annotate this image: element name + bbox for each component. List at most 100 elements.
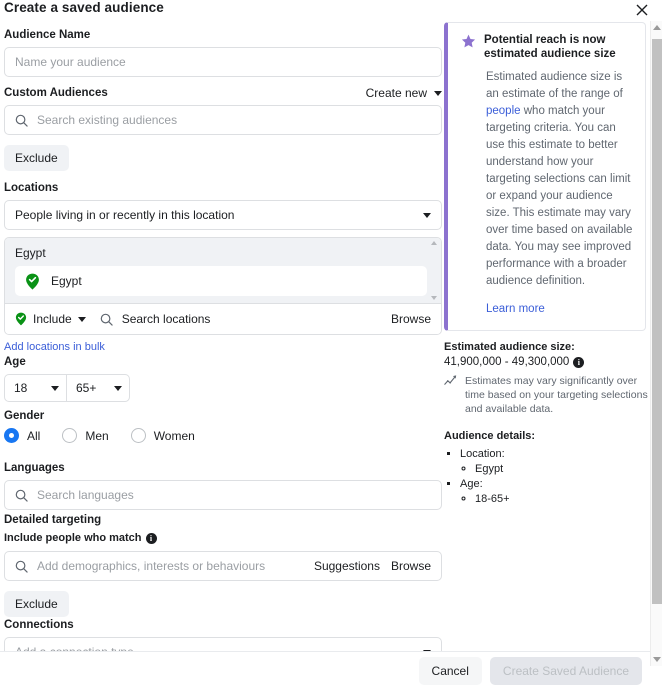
age-min-value: 18 <box>14 381 27 395</box>
age-label: Age <box>4 355 130 369</box>
scroll-down-icon[interactable] <box>653 657 661 662</box>
selected-locations-scroll: Egypt Egypt <box>5 238 441 303</box>
audience-name-placeholder: Name your audience <box>15 55 126 69</box>
notice-title: Potential reach is now estimated audienc… <box>484 33 633 61</box>
chevron-down-icon <box>114 386 122 391</box>
scroll-down-icon[interactable] <box>431 296 437 300</box>
add-locations-bulk-link[interactable]: Add locations in bulk <box>4 341 105 353</box>
detail-key: Age: <box>460 478 483 490</box>
include-label: Include <box>33 312 72 326</box>
locations-inner-scrollbar[interactable] <box>430 241 439 300</box>
custom-audiences-placeholder: Search existing audiences <box>37 113 177 127</box>
people-link[interactable]: people <box>486 105 521 117</box>
gender-option-all[interactable]: All <box>4 428 40 443</box>
radio-icon <box>62 428 77 443</box>
custom-audiences-exclude-button[interactable]: Exclude <box>4 145 69 171</box>
detailed-targeting-input[interactable]: Add demographics, interests or behaviour… <box>4 551 442 581</box>
audience-name-field: Audience Name Name your audience <box>4 28 442 77</box>
gender-option-women[interactable]: Women <box>131 428 195 443</box>
location-type-value: People living in or recently in this loc… <box>15 208 423 222</box>
detailed-targeting-label: Detailed targeting <box>4 513 442 527</box>
gender-label: Gender <box>4 409 217 423</box>
detailed-targeting-sublabel: Include people who match i <box>4 532 442 545</box>
gender-option-label: All <box>27 429 40 443</box>
search-icon <box>15 560 28 573</box>
location-group-heading: Egypt <box>15 246 433 260</box>
languages-label: Languages <box>4 461 442 475</box>
gender-field: Gender All Men Women <box>4 409 217 443</box>
cancel-button[interactable]: Cancel <box>419 657 482 685</box>
detailed-targeting-field: Detailed targeting Include people who ma… <box>4 513 442 617</box>
connections-label: Connections <box>4 618 442 632</box>
locations-label: Locations <box>4 181 442 195</box>
radio-icon <box>131 428 146 443</box>
estimated-size-label: Estimated audience size: <box>444 341 649 353</box>
detail-key: Location: <box>460 448 505 460</box>
star-icon <box>461 34 476 61</box>
audience-details-list: Location: Egypt Age: 18-65+ <box>444 447 649 507</box>
info-icon[interactable]: i <box>146 533 157 544</box>
selected-locations-box: Egypt Egypt <box>4 237 442 335</box>
estimate-note-text: Estimates may vary significantly over ti… <box>465 374 649 416</box>
list-item: 18-65+ <box>475 492 649 507</box>
detail-values: 18-65+ <box>460 492 649 507</box>
estimated-size-value: 41,900,000 - 49,300,000 <box>444 356 569 368</box>
age-field: Age 18 65+ <box>4 355 130 402</box>
connections-field: Connections Add a connection type <box>4 618 442 651</box>
create-saved-audience-button: Create Saved Audience <box>490 657 642 685</box>
estimate-note: Estimates may vary significantly over ti… <box>444 374 649 416</box>
detailed-targeting-browse-button[interactable]: Browse <box>391 559 431 573</box>
custom-audiences-label: Custom Audiences <box>4 86 108 100</box>
location-pin-check-icon <box>25 273 40 290</box>
search-icon <box>15 114 28 127</box>
notice-body: Estimated audience size is an estimate o… <box>461 69 633 318</box>
detailed-targeting-sublabel-text: Include people who match <box>4 532 142 545</box>
gender-option-label: Men <box>85 429 108 443</box>
info-icon[interactable]: i <box>573 357 584 368</box>
estimated-size-notice-card: Potential reach is now estimated audienc… <box>444 22 646 331</box>
learn-more-link[interactable]: Learn more <box>486 301 633 318</box>
detailed-targeting-suggestions-button[interactable]: Suggestions <box>314 559 380 573</box>
notice-body-part2: who match your targeting criteria. You c… <box>486 105 632 287</box>
estimated-size-value-row: 41,900,000 - 49,300,000 i <box>444 356 649 368</box>
audience-form: Audience Name Name your audience Custom … <box>4 24 446 651</box>
list-item[interactable]: Egypt <box>15 266 427 296</box>
close-icon[interactable] <box>632 0 652 20</box>
page-scrollbar[interactable] <box>650 21 662 666</box>
location-search-input[interactable]: Search locations <box>122 312 391 326</box>
connections-dropdown[interactable]: Add a connection type <box>4 637 442 651</box>
detailed-targeting-exclude-button[interactable]: Exclude <box>4 591 69 617</box>
list-item: Egypt <box>475 462 649 477</box>
custom-audiences-search-input[interactable]: Search existing audiences <box>4 105 442 135</box>
detail-values: Egypt <box>460 462 649 477</box>
locations-browse-button[interactable]: Browse <box>391 312 431 326</box>
notice-body-part1: Estimated audience size is an estimate o… <box>486 71 623 100</box>
radio-icon <box>4 428 19 443</box>
scroll-up-icon[interactable] <box>653 25 661 30</box>
gender-option-label: Women <box>154 429 195 443</box>
audience-name-input[interactable]: Name your audience <box>4 47 442 77</box>
dialog-footer: Cancel Create Saved Audience <box>0 651 650 689</box>
list-item: Location: Egypt <box>460 447 649 477</box>
location-type-dropdown[interactable]: People living in or recently in this loc… <box>4 200 442 230</box>
languages-placeholder: Search languages <box>37 488 134 502</box>
scrollbar-thumb[interactable] <box>652 39 662 604</box>
search-icon <box>100 313 113 326</box>
age-max-value: 65+ <box>76 381 96 395</box>
chevron-down-icon <box>434 91 442 96</box>
locations-field: Locations People living in or recently i… <box>4 181 442 353</box>
create-new-dropdown[interactable]: Create new <box>366 86 442 100</box>
include-exclude-dropdown[interactable]: Include <box>15 312 86 326</box>
search-icon <box>15 489 28 502</box>
location-search-row: Include Search locations Browse <box>5 303 441 334</box>
page-title: Create a saved audience <box>4 0 164 15</box>
age-min-select[interactable]: 18 <box>4 374 67 402</box>
chevron-down-icon <box>78 317 86 322</box>
scroll-up-icon[interactable] <box>431 241 437 245</box>
location-pin-check-icon <box>15 312 27 326</box>
gender-option-men[interactable]: Men <box>62 428 108 443</box>
languages-search-input[interactable]: Search languages <box>4 480 442 510</box>
audience-summary-panel: Potential reach is now estimated audienc… <box>444 22 649 507</box>
age-max-select[interactable]: 65+ <box>67 374 130 402</box>
create-new-label: Create new <box>366 86 427 100</box>
